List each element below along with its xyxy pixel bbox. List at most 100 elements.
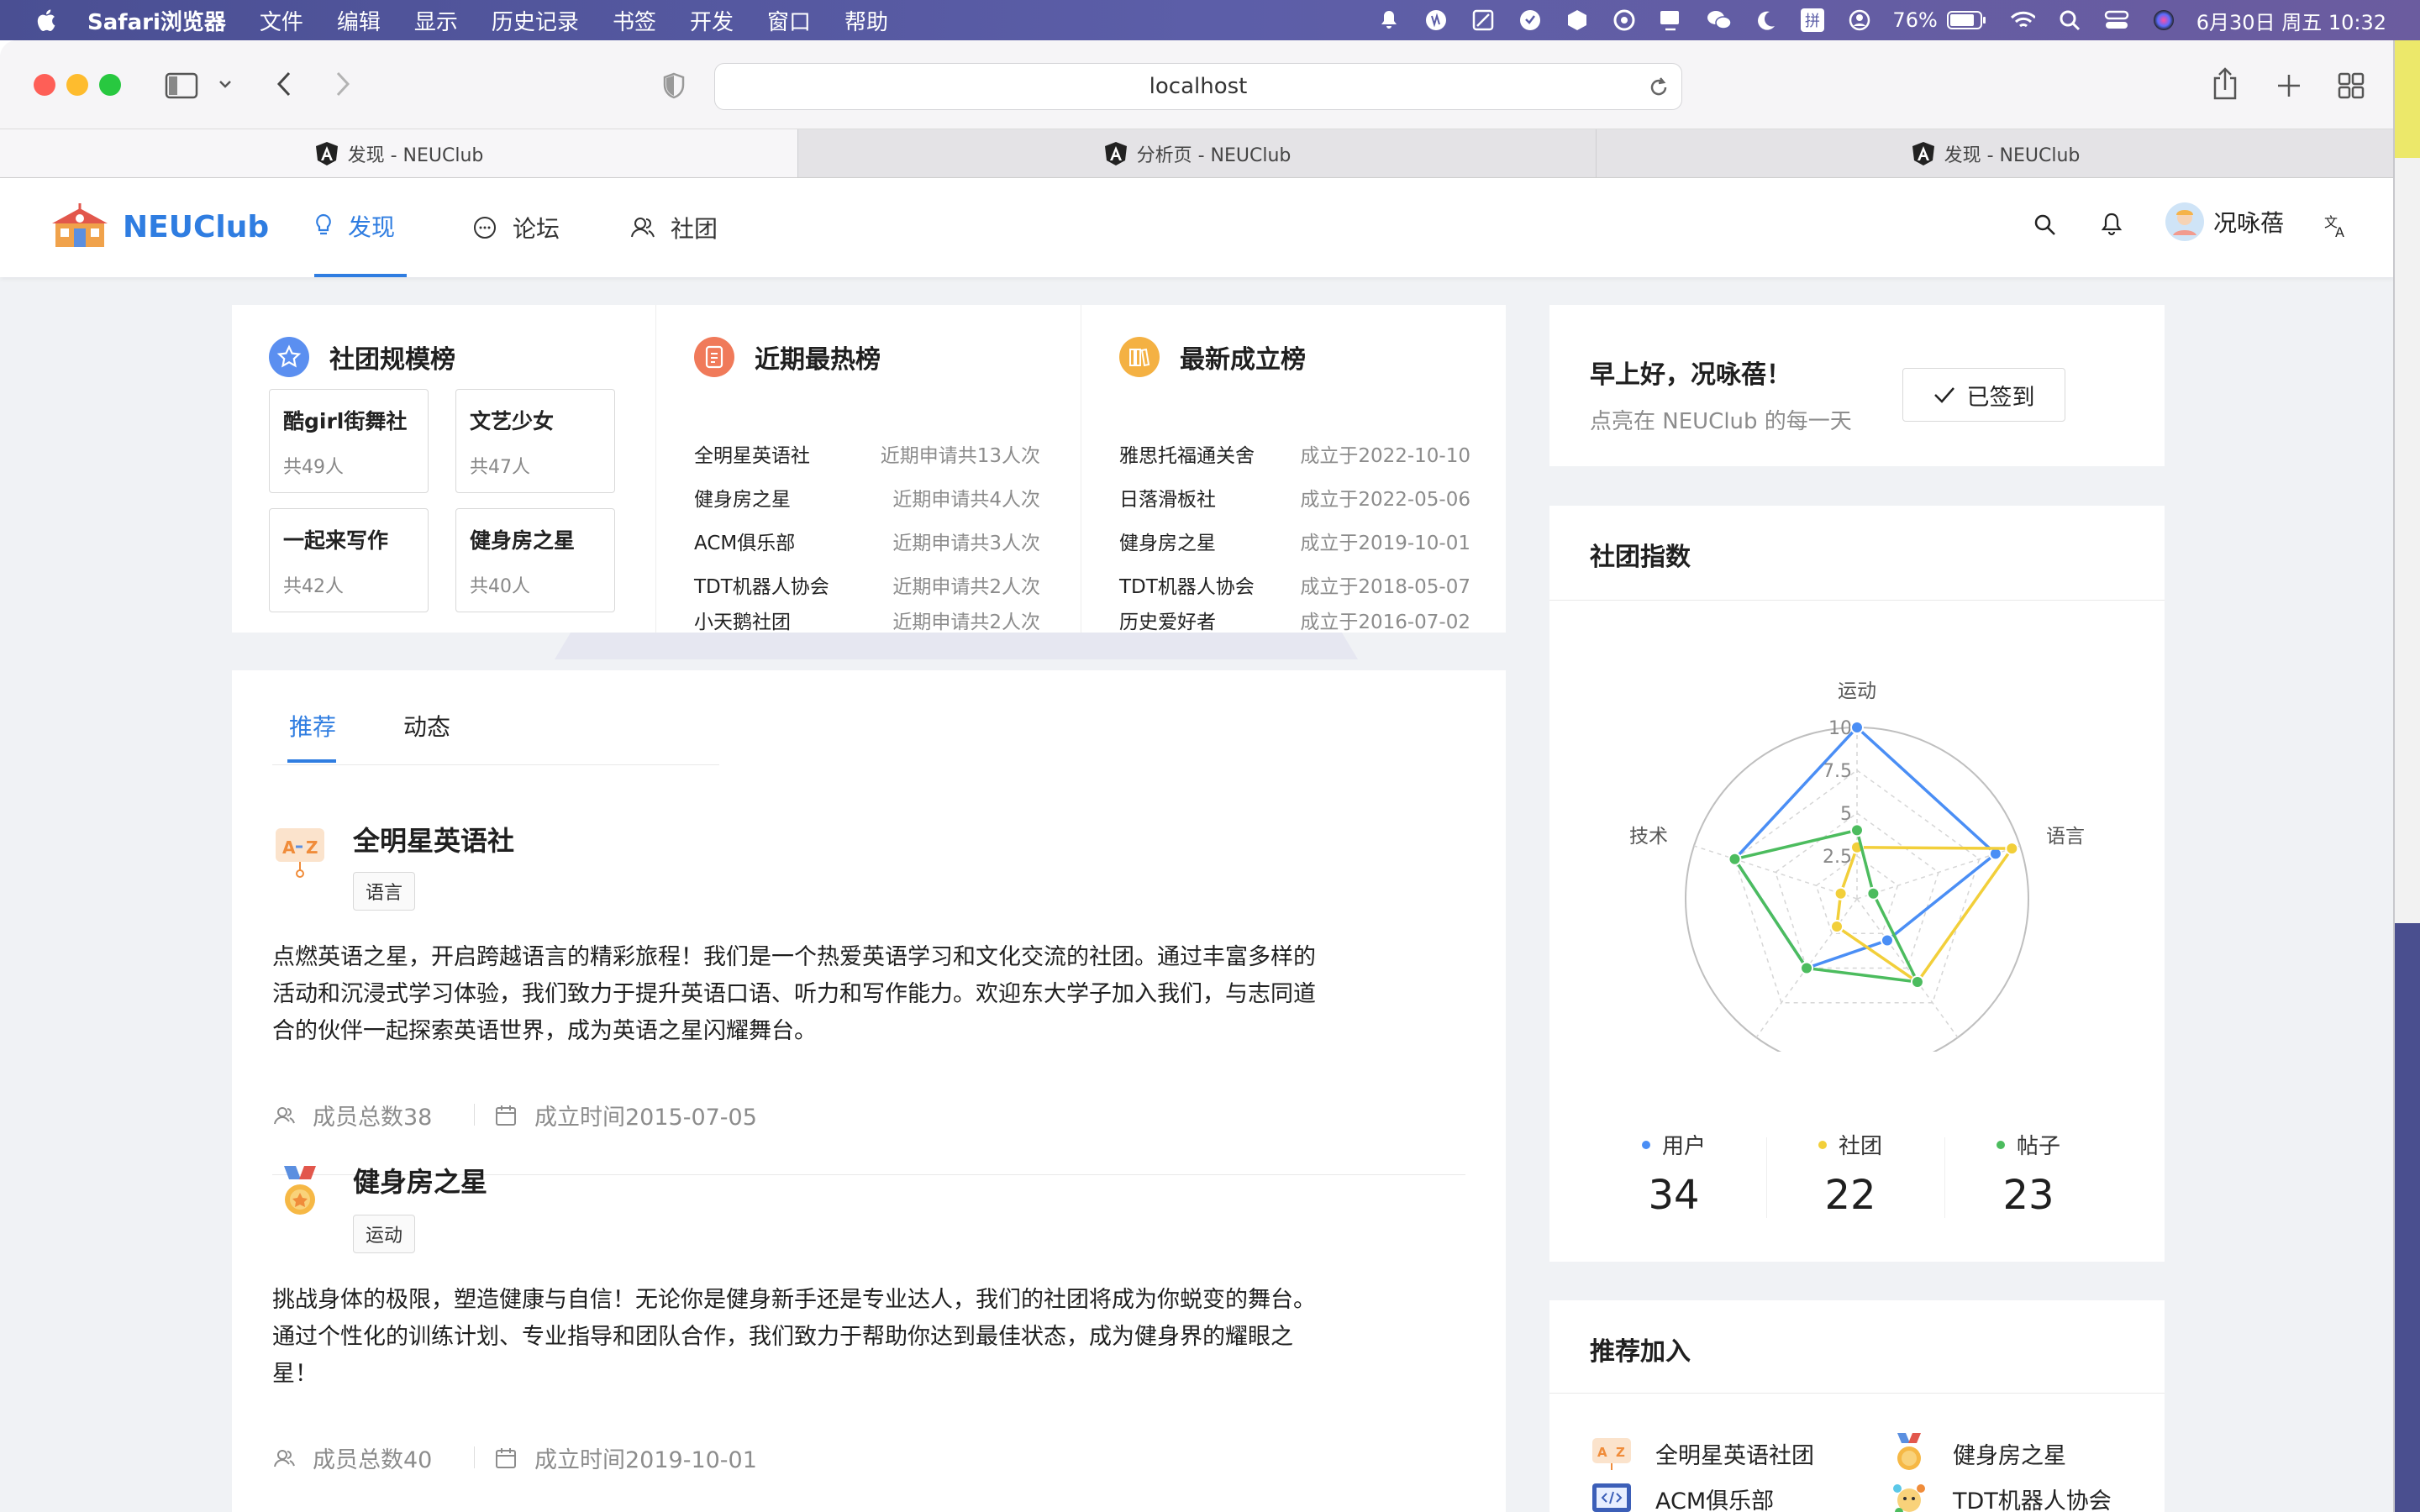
menu-bookmarks[interactable]: 书签 [613,5,656,36]
input-method-icon[interactable]: 拼 [1800,8,1825,33]
menu-history[interactable]: 历史记录 [492,5,579,36]
notification-bell-icon[interactable] [2101,212,2123,237]
battery-icon[interactable] [1946,8,1988,33]
recommend-club-name[interactable]: TDT机器人协会 [1953,1483,2112,1512]
menu-app-name[interactable]: Safari浏览器 [87,5,226,36]
brand-name[interactable]: NEUClub [123,210,269,244]
control-center-icon[interactable] [2104,8,2129,33]
club-title-text[interactable]: 健身房之星 [353,1166,487,1198]
tray-app-icon[interactable] [1470,8,1496,33]
menu-view[interactable]: 显示 [414,5,458,36]
tray-app-icon[interactable] [1423,8,1449,33]
forward-arrow-icon[interactable] [328,67,358,101]
founded-date-meta: 成立时间2015-07-05 [494,1099,757,1131]
hot-rank-row[interactable]: 小天鹅社团 近期申请共2人次 [694,606,1040,634]
close-window-button[interactable] [34,74,55,96]
recommend-club-name[interactable]: ACM俱乐部 [1655,1483,1774,1512]
scale-rank-item[interactable]: 文艺少女 共47人 [455,389,615,493]
translate-icon[interactable]: 文A [2324,213,2349,239]
spotlight-search-icon[interactable] [2057,8,2082,33]
recommend-club-name[interactable]: 全明星英语社团 [1655,1437,1814,1470]
category-tag[interactable]: 运动 [353,1215,416,1253]
tab-activity[interactable]: 动态 [403,709,450,743]
document-icon [694,337,734,377]
scale-rank-item[interactable]: 健身房之星 共40人 [455,508,615,612]
user-account-icon[interactable] [1847,8,1872,33]
username[interactable]: 况咏蓓 [2213,205,2284,239]
newest-rank-row[interactable]: 雅思托福通关舍 成立于2022-10-10 [1119,439,1470,468]
newest-rank-row[interactable]: TDT机器人协会 成立于2018-05-07 [1119,570,1470,599]
hot-rank-row[interactable]: 全明星英语社 近期申请共13人次 [694,439,1040,468]
notification-bell-icon[interactable] [1376,8,1402,33]
tray-app-icon[interactable] [1565,8,1590,33]
url-text[interactable]: localhost [1150,74,1248,99]
privacy-shield-icon[interactable] [659,69,689,102]
do-not-disturb-icon[interactable] [1753,8,1778,33]
wechat-icon[interactable] [1706,8,1732,33]
browser-tab[interactable]: 发现 - NEUClub [0,129,798,177]
nav-discover-label[interactable]: 发现 [348,209,395,243]
radar-data-point [1850,823,1864,837]
nav-discover[interactable]: 发现 [314,178,407,277]
recommend-club-name[interactable]: 健身房之星 [1953,1437,2066,1470]
newest-rank-row[interactable]: 健身房之星 成立于2019-10-01 [1119,527,1470,555]
wifi-icon[interactable] [2010,8,2035,33]
nav-forum-label[interactable]: 论坛 [513,211,560,244]
newest-rank-row[interactable]: 历史爱好者 成立于2016-07-02 [1119,606,1470,634]
search-icon[interactable] [2033,213,2057,237]
menu-develop[interactable]: 开发 [690,5,734,36]
tab-overview-icon[interactable] [2334,69,2368,102]
card-header-divider [1549,600,2165,601]
browser-tab[interactable]: 发现 - NEUClub [1597,129,2395,177]
club-title[interactable]: 健身房之星 [353,1161,487,1200]
zoom-window-button[interactable] [99,74,121,96]
recommend-item[interactable]: ACM俱乐部 [1590,1477,1774,1512]
tab-title[interactable]: 分析页 - NEUClub [1137,140,1292,167]
address-bar[interactable]: localhost [714,63,1682,110]
menu-file[interactable]: 文件 [260,5,303,36]
sidebar-toggle-icon[interactable] [163,69,200,102]
safari-window: localhost 发现 - NEUClub 分析页 - NEUClub 发现 … [0,40,2395,1512]
chevron-down-icon[interactable] [217,74,234,94]
tray-app-icon[interactable] [1612,8,1637,33]
siri-icon[interactable] [2151,8,2176,33]
scale-rank-item[interactable]: 酷girl街舞社 共49人 [269,389,429,493]
hot-rank-row[interactable]: TDT机器人协会 近期申请共2人次 [694,570,1040,599]
menu-window[interactable]: 窗口 [767,5,811,36]
tab-recommend[interactable]: 推荐 [289,709,336,743]
brand[interactable]: NEUClub [52,203,269,250]
screen-record-icon[interactable] [1659,8,1684,33]
avatar[interactable] [2165,202,2205,242]
menu-edit[interactable]: 编辑 [337,5,381,36]
menu-help[interactable]: 帮助 [844,5,888,36]
recommend-item[interactable]: AZ 全明星英语社团 [1590,1431,1814,1475]
browser-tab[interactable]: 分析页 - NEUClub [798,129,1597,177]
hot-rank-row[interactable]: ACM俱乐部 近期申请共3人次 [694,527,1040,555]
club-title[interactable]: 全明星英语社 [353,820,514,858]
back-arrow-icon[interactable] [269,67,299,101]
founded-date: 成立于2016-07-02 [1300,612,1470,633]
apply-count: 近期申请共2人次 [892,576,1040,598]
checkin-button[interactable]: 已签到 [1902,368,2065,422]
clock-datetime[interactable]: 6月30日 周五 10:32 [2196,6,2386,35]
category-tag[interactable]: 语言 [353,872,416,911]
recommend-item[interactable]: TDT机器人协会 [1887,1477,2112,1512]
tray-app-icon[interactable] [1518,8,1543,33]
tab-title[interactable]: 发现 - NEUClub [1944,140,2081,167]
newest-rank-row[interactable]: 日落滑板社 成立于2022-05-06 [1119,483,1470,512]
tab-title[interactable]: 发现 - NEUClub [348,140,484,167]
hot-ranking-header: 近期最热榜 [694,337,881,377]
reload-icon[interactable] [1648,76,1670,99]
apple-logo-icon[interactable] [34,8,57,33]
nav-clubs-label[interactable]: 社团 [671,211,718,244]
hot-rank-row[interactable]: 健身房之星 近期申请共4人次 [694,483,1040,512]
checkin-label[interactable]: 已签到 [1967,379,2035,412]
nav-forum[interactable]: 论坛 [472,178,560,277]
scale-rank-item[interactable]: 一起来写作 共42人 [269,508,429,612]
minimize-window-button[interactable] [66,74,88,96]
user-menu[interactable]: 况咏蓓 [2165,202,2284,242]
share-icon[interactable] [2208,64,2242,104]
nav-clubs[interactable]: 社团 [630,178,718,277]
recommend-item[interactable]: 健身房之星 [1887,1431,2066,1475]
new-tab-plus-icon[interactable] [2272,69,2306,102]
